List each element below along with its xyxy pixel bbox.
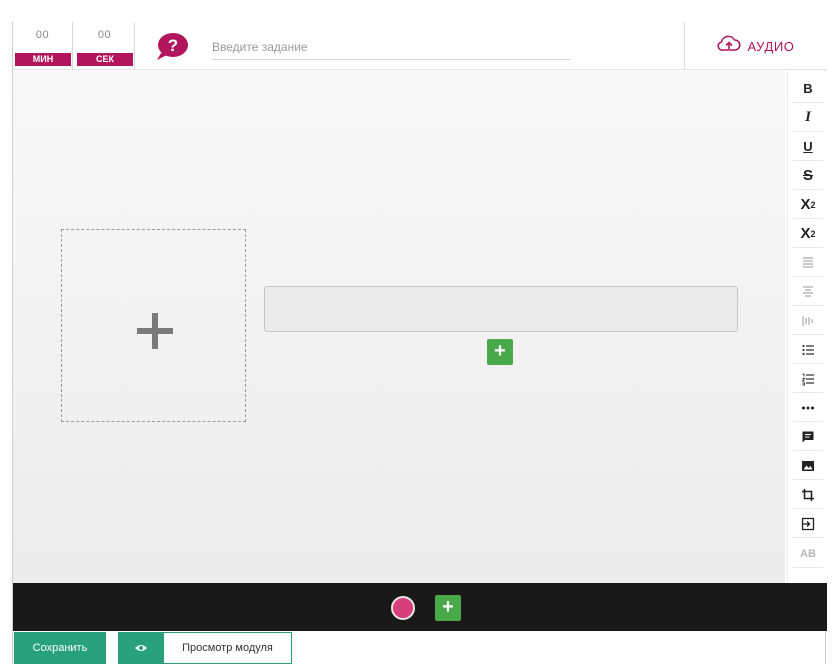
underline-button[interactable]: U xyxy=(793,133,823,161)
help-icon[interactable]: ? xyxy=(153,31,193,61)
record-button[interactable] xyxy=(391,596,415,620)
task-input[interactable] xyxy=(212,34,570,60)
vertical-align-icon xyxy=(802,315,813,326)
more-dots-icon xyxy=(802,406,814,409)
italic-button[interactable]: I xyxy=(793,104,823,132)
image-drop-zone[interactable] xyxy=(61,229,246,422)
add-answer-button[interactable]: + xyxy=(487,339,513,365)
image-icon xyxy=(802,460,814,471)
strikethrough-button[interactable]: S xyxy=(793,162,823,190)
slide-canvas: + xyxy=(13,71,785,583)
comment-button[interactable] xyxy=(793,423,823,451)
eye-icon xyxy=(134,645,147,651)
timer-minutes[interactable]: 00 МИН xyxy=(13,22,73,70)
bold-button[interactable]: B xyxy=(793,75,823,103)
answer-field[interactable] xyxy=(264,286,738,332)
superscript-button[interactable]: X2 xyxy=(793,191,823,219)
bullet-list-icon xyxy=(802,344,814,355)
numbered-list-button[interactable] xyxy=(793,365,823,393)
timer-seconds-value: 00 xyxy=(97,29,112,41)
bullet-list-button[interactable] xyxy=(793,336,823,364)
timer-minutes-label: МИН xyxy=(15,53,71,66)
preview-module-button[interactable]: Просмотр модуля xyxy=(163,632,292,664)
subscript-base: X xyxy=(800,225,811,242)
crop-button[interactable] xyxy=(793,481,823,509)
insert-field-button[interactable] xyxy=(793,510,823,538)
superscript-base: X xyxy=(800,196,811,213)
audio-label: АУДИО xyxy=(747,38,795,54)
format-toolbar: B I U S X2 X2 AB xyxy=(787,71,827,583)
ab-button[interactable]: AB xyxy=(793,540,823,568)
audio-button[interactable]: АУДИО xyxy=(684,22,827,70)
align-vertical-button[interactable] xyxy=(793,307,823,335)
cloud-upload-icon xyxy=(717,35,741,58)
subscript-mark: 2 xyxy=(810,228,816,239)
svg-text:?: ? xyxy=(168,36,178,55)
numbered-list-icon xyxy=(801,373,814,385)
superscript-mark: 2 xyxy=(810,199,816,210)
timer-seconds-label: СЕК xyxy=(77,53,133,66)
align-justify-icon xyxy=(803,256,813,268)
insert-image-button[interactable] xyxy=(793,452,823,480)
save-button[interactable]: Сохранить xyxy=(14,632,106,664)
input-field-icon xyxy=(801,517,815,530)
slides-bar: + xyxy=(13,583,827,631)
crop-icon xyxy=(802,488,814,501)
add-slide-button[interactable]: + xyxy=(435,595,461,621)
more-options-button[interactable] xyxy=(793,394,823,422)
header: 00 МИН 00 СЕК ? АУДИО xyxy=(13,22,827,70)
align-justify-button[interactable] xyxy=(793,249,823,277)
preview-eye-button[interactable] xyxy=(118,632,163,664)
align-center-button[interactable] xyxy=(793,278,823,306)
editor-frame: 00 МИН 00 СЕК ? АУДИО xyxy=(12,22,827,664)
subscript-button[interactable]: X2 xyxy=(793,220,823,248)
timer-seconds[interactable]: 00 СЕК xyxy=(75,22,135,70)
plus-icon-vertical xyxy=(152,313,158,349)
comment-icon xyxy=(802,431,814,442)
align-center-icon xyxy=(803,285,813,297)
timer-minutes-value: 00 xyxy=(35,29,50,41)
